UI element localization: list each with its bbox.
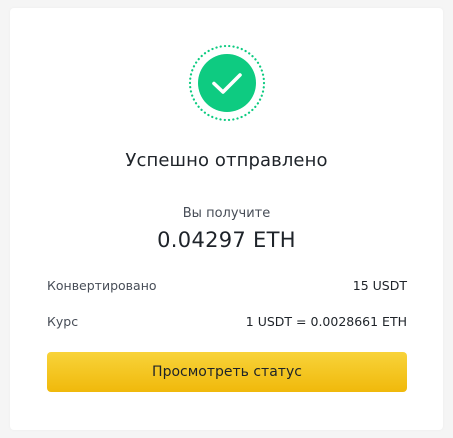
converted-label: Конвертировано: [47, 278, 157, 293]
converted-row: Конвертировано 15 USDT: [47, 278, 407, 296]
check-circle-icon: [188, 44, 266, 122]
converted-value: 15 USDT: [352, 278, 407, 293]
success-title: Успешно отправлено: [125, 150, 328, 171]
rate-row: Курс 1 USDT = 0.0028661 ETH: [47, 314, 407, 332]
receive-amount: 0.04297 ETH: [157, 228, 296, 252]
rate-label: Курс: [47, 314, 79, 329]
rate-value: 1 USDT = 0.0028661 ETH: [245, 314, 407, 329]
success-card: Успешно отправлено Вы получите 0.04297 E…: [10, 8, 443, 430]
view-status-button[interactable]: Просмотреть статус: [47, 352, 407, 392]
receive-label: Вы получите: [182, 206, 271, 221]
